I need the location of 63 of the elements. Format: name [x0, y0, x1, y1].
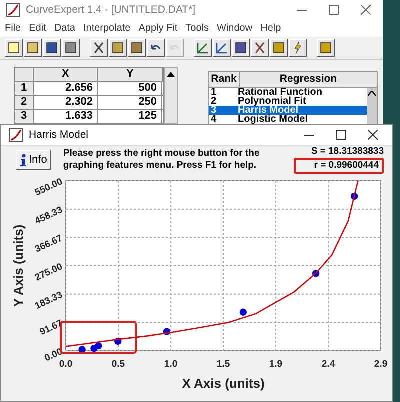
menu-item[interactable]: Interpolate — [83, 23, 131, 34]
up-caret-icon[interactable] — [368, 91, 376, 96]
menu-item[interactable]: Edit — [29, 23, 46, 34]
close-icon[interactable] — [368, 130, 378, 140]
close-icon[interactable] — [361, 5, 371, 15]
help-text: Please press the right mouse button for the graphing features menu. Press F1 for help. — [63, 148, 261, 172]
column-header: X — [34, 68, 98, 81]
y-axis-title: Y Axis (units) — [11, 224, 26, 308]
data-point — [78, 346, 86, 354]
x-tick-label: 1.5 — [216, 359, 230, 370]
s-value: S = 18.31383833 — [311, 146, 384, 158]
y-tick-label: 91.67 — [38, 318, 65, 338]
info-icon — [20, 154, 27, 166]
curve-tool-icon[interactable] — [213, 39, 231, 57]
column-header: Rank — [209, 72, 240, 87]
cut-tool-icon[interactable] — [90, 39, 108, 57]
list-item[interactable]: 4 Logistic Model — [209, 115, 367, 124]
maximize-icon[interactable] — [329, 5, 339, 15]
table-cell: 1.633 — [34, 110, 98, 123]
data-point — [350, 192, 358, 200]
column-header: Regression — [240, 72, 377, 87]
scrollbar[interactable] — [164, 67, 178, 124]
data-point — [312, 270, 320, 278]
menu-item[interactable]: Tools — [186, 23, 210, 34]
window-title: Harris Model — [29, 129, 90, 141]
up-arrow-icon[interactable] — [167, 72, 175, 77]
list-item[interactable]: 2 Polynomial Fit — [209, 97, 367, 106]
table-cell: 500 — [98, 82, 162, 95]
x-axis-title: X Axis (units) — [182, 376, 265, 391]
chart-icon — [9, 128, 23, 142]
info-button[interactable]: Info — [16, 150, 52, 170]
column-header: Y — [98, 68, 163, 81]
data-point — [163, 328, 171, 336]
menu-item[interactable]: File — [5, 23, 22, 34]
bolt-tool-icon[interactable] — [289, 39, 307, 57]
row-number: 2 — [15, 96, 34, 109]
table-cell: 250 — [98, 96, 162, 109]
x-tick-label: 1.9 — [269, 359, 283, 370]
menu-item[interactable]: Apply Fit — [138, 23, 178, 34]
menu-item[interactable]: Window — [217, 23, 253, 34]
undo-tool-icon[interactable] — [147, 39, 165, 57]
data-point — [240, 308, 247, 316]
x-tick-label: 2.9 — [374, 359, 388, 370]
x-tick-label: 0.0 — [59, 359, 73, 370]
data-point — [114, 338, 122, 346]
table-cell: 125 — [98, 110, 162, 123]
menu-item[interactable]: Help — [260, 23, 282, 34]
scrollbar[interactable] — [367, 88, 377, 124]
list-item[interactable]: 3 Harris Model — [209, 106, 367, 115]
window-title: CurveExpert 1.4 - [UNTITLED.DAT*] — [26, 4, 197, 16]
x-tick-label: 0.5 — [112, 359, 126, 370]
chart-icon — [6, 3, 20, 17]
row-number: 3 — [15, 110, 34, 123]
table-cell: 2.302 — [34, 96, 98, 109]
table-cell: 2.656 — [34, 82, 98, 95]
list-item[interactable]: 1 Rational Function — [209, 88, 367, 97]
r-value: r = 0.99600444 — [314, 160, 379, 171]
row-number: 1 — [15, 82, 34, 95]
maximize-icon[interactable] — [336, 130, 346, 140]
chart-tool-icon[interactable] — [194, 39, 212, 57]
x-tick-label: 2.4 — [322, 359, 336, 370]
menu-item[interactable]: Data — [54, 23, 76, 34]
x-tick-label: 1.0 — [164, 359, 178, 370]
